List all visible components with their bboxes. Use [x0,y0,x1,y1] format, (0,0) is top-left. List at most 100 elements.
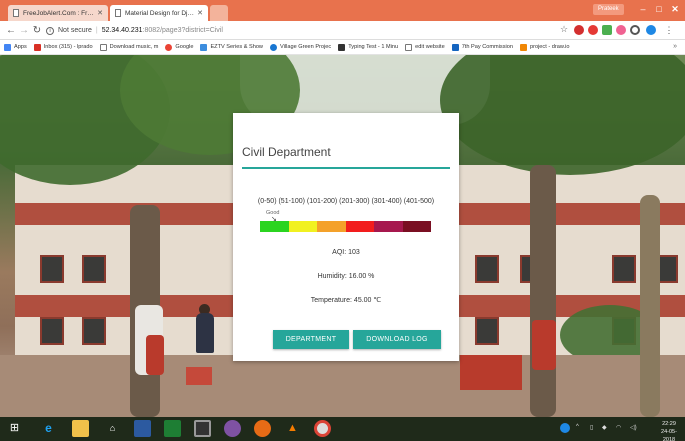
more-bookmarks-chevron-icon[interactable]: » [673,43,677,50]
url-bar[interactable]: i Not secure | 52.34.40.231:8082/page3?d… [46,23,601,38]
eztv-icon [200,43,208,51]
clock-time: 22:29 [662,421,676,427]
background-tree-paint [532,320,556,370]
background-bench [186,367,212,385]
temperature-value: Temperature: 45.00 ℃ [310,297,382,304]
forward-arrow-icon[interactable]: → [18,24,30,37]
extension-icon[interactable] [630,25,640,35]
bookmark-7th-pay[interactable]: 7th Pay Commission [451,43,513,51]
close-tab-icon[interactable]: ✕ [194,9,203,17]
opera-extension-icon[interactable] [588,25,598,35]
background-foliage [440,55,685,175]
page-icon [115,9,121,17]
home-icon[interactable]: ⌂ [104,420,121,437]
page-icon [13,9,19,17]
excel-icon[interactable] [164,420,181,437]
aqi-scale-segment-6 [402,221,431,232]
info-icon[interactable]: i [46,26,54,35]
tab-material-design[interactable]: Material Design for Djang ✕ [110,5,208,21]
tray-chevron-icon[interactable]: ^ [576,424,579,430]
extension-icon[interactable] [616,25,626,35]
bookmark-star-icon[interactable]: ☆ [560,24,568,35]
camera-app-icon[interactable] [194,420,211,437]
background-window [475,317,499,345]
background-window [82,255,106,283]
drawio-icon [519,43,527,51]
bookmark-typing-test[interactable]: Typing Test - 1 Minu [338,43,398,51]
download-log-button[interactable]: DOWNLOAD LOG [353,330,441,349]
windows-taskbar: ⊞ e ⌂ ▲ ^ ▯ ◆ ◠ ◁) 22:29 24-05-2018 [0,417,685,441]
background-person [196,313,214,353]
back-arrow-icon[interactable]: ← [5,24,17,37]
close-window-button[interactable]: ✕ [666,3,684,15]
bookmark-google[interactable]: Google [165,43,193,51]
background-window [40,317,64,345]
tray-network-icon[interactable]: ▯ [590,424,593,431]
page-icon [405,43,413,51]
pay-commission-icon [451,43,459,51]
new-tab-button[interactable] [210,5,228,21]
bookmark-download-music[interactable]: Download music, m [99,43,158,51]
url-path: :8082/page3?district=Civil [142,27,223,34]
bookmarks-bar: Apps Inbox (315) - lprado Download music… [0,40,685,55]
file-explorer-icon[interactable] [72,420,89,437]
title-divider [242,167,450,169]
address-bar-row: ← → ↻ i Not secure | 52.34.40.231:8082/p… [0,21,685,40]
profile-button[interactable]: Prateek [593,4,624,15]
media-app-icon[interactable] [134,420,151,437]
department-card: Civil Department (0-50) (51-100) (101-20… [233,113,459,361]
background-window [612,255,636,283]
background-window [40,255,64,283]
tab-freejobalert[interactable]: FreeJobAlert.Com : Free ✕ [8,5,108,21]
background-tree-trunk [530,165,556,417]
windows-start-icon[interactable]: ⊞ [6,420,23,437]
tab-title: Material Design for Djang [125,9,195,17]
bookmark-gmail[interactable]: Inbox (315) - lprado [33,43,93,51]
apps-grid-icon [4,43,11,51]
reload-icon[interactable]: ↻ [31,24,43,37]
bookmark-drawio[interactable]: project - draw.io [519,43,569,51]
extension-icon[interactable] [646,25,656,35]
typing-test-icon [338,43,346,51]
humidity-value: Humidity: 16.00 % [317,273,375,280]
menu-kebab-icon[interactable]: ⋮ [664,25,674,35]
clock-date: 24-05-2018 [661,429,677,441]
vlc-icon[interactable]: ▲ [284,420,301,437]
hp-app-icon[interactable] [224,420,241,437]
chrome-icon[interactable] [314,420,331,437]
background-tree-paint [146,335,164,375]
adblock-extension-icon[interactable] [574,25,584,35]
tray-app-icon[interactable] [560,423,570,433]
security-label: Not secure [58,27,92,34]
background-window [475,255,499,283]
tab-title: FreeJobAlert.Com : Free [23,9,95,17]
taskbar-clock[interactable]: 22:29 24-05-2018 [655,420,683,441]
background-window [82,317,106,345]
bookmark-edit-website[interactable]: edit website [405,43,445,51]
bookmark-village-green[interactable]: Village Green Projec [269,43,331,51]
bookmark-eztv[interactable]: EZTV Series & Show [200,43,263,51]
aqi-scale-segment-4 [345,221,374,232]
url-host: 52.34.40.231 [101,27,143,34]
aqi-range-labels: (0-50) (51-100) (101-200) (201-300) (301… [257,198,435,205]
tray-shield-icon[interactable]: ◆ [602,424,607,431]
background-red-wall [460,355,522,390]
aqi-scale-segment-3 [317,221,346,232]
extension-icon[interactable] [602,25,612,35]
close-tab-icon[interactable]: ✕ [94,9,103,17]
department-button[interactable]: DEPARTMENT [273,330,349,349]
tray-wifi-icon[interactable]: ◠ [616,424,621,431]
internet-explorer-icon[interactable]: e [40,420,57,437]
url-separator: | [95,27,98,34]
aqi-value: AQI: 103 [332,249,360,256]
page-icon [99,43,107,51]
tray-volume-icon[interactable]: ◁) [630,424,637,431]
background-tree-trunk [640,195,660,417]
gmail-icon [33,43,41,51]
bookmark-apps[interactable]: Apps [4,43,27,51]
browser-tab-strip: FreeJobAlert.Com : Free ✕ Material Desig… [0,0,685,21]
aqi-scale-segment-1 [260,221,289,232]
card-title: Civil Department [242,145,331,159]
village-green-icon [269,43,277,51]
firefox-icon[interactable] [254,420,271,437]
